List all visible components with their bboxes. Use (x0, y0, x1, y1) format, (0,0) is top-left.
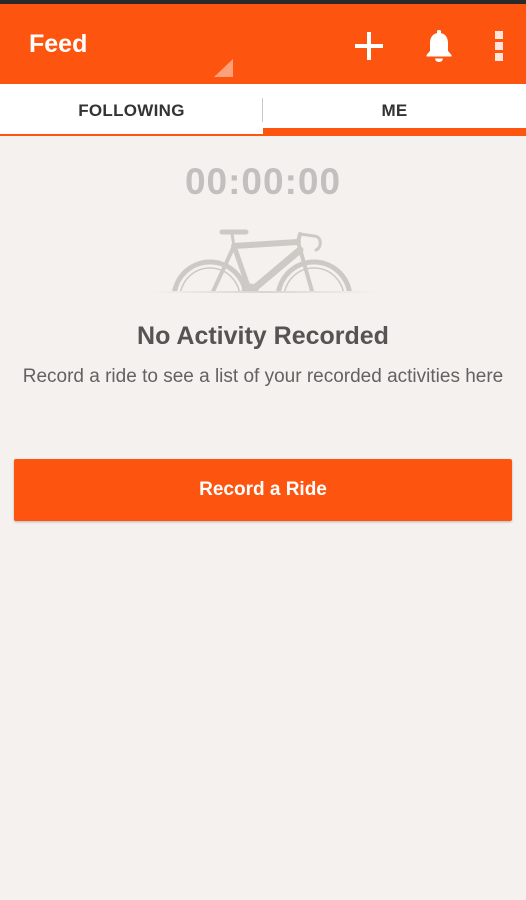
overflow-menu-button[interactable] (484, 22, 514, 70)
tab-me-label: ME (381, 101, 408, 120)
bicycle-icon (150, 229, 376, 293)
selected-tab-indicator (263, 128, 526, 136)
notifications-button[interactable] (415, 22, 463, 70)
empty-state-title: No Activity Recorded (137, 322, 389, 350)
record-ride-button[interactable]: Record a Ride (14, 459, 512, 521)
add-button[interactable] (345, 22, 393, 70)
tab-bar: FOLLOWING ME (0, 84, 526, 136)
bell-icon (426, 30, 452, 62)
spinner-triangle-icon (214, 59, 233, 77)
tab-following-label: FOLLOWING (78, 101, 185, 120)
more-vertical-icon (495, 31, 503, 61)
tab-following-underline (0, 134, 263, 136)
feed-title-spinner[interactable]: Feed (29, 30, 87, 58)
timer-readout: 00:00:00 (184, 161, 342, 202)
tab-following[interactable]: FOLLOWING (0, 84, 263, 136)
app-bar: Feed (0, 4, 526, 84)
plus-icon (355, 32, 383, 60)
empty-state-message: Record a ride to see a list of your reco… (22, 366, 504, 387)
